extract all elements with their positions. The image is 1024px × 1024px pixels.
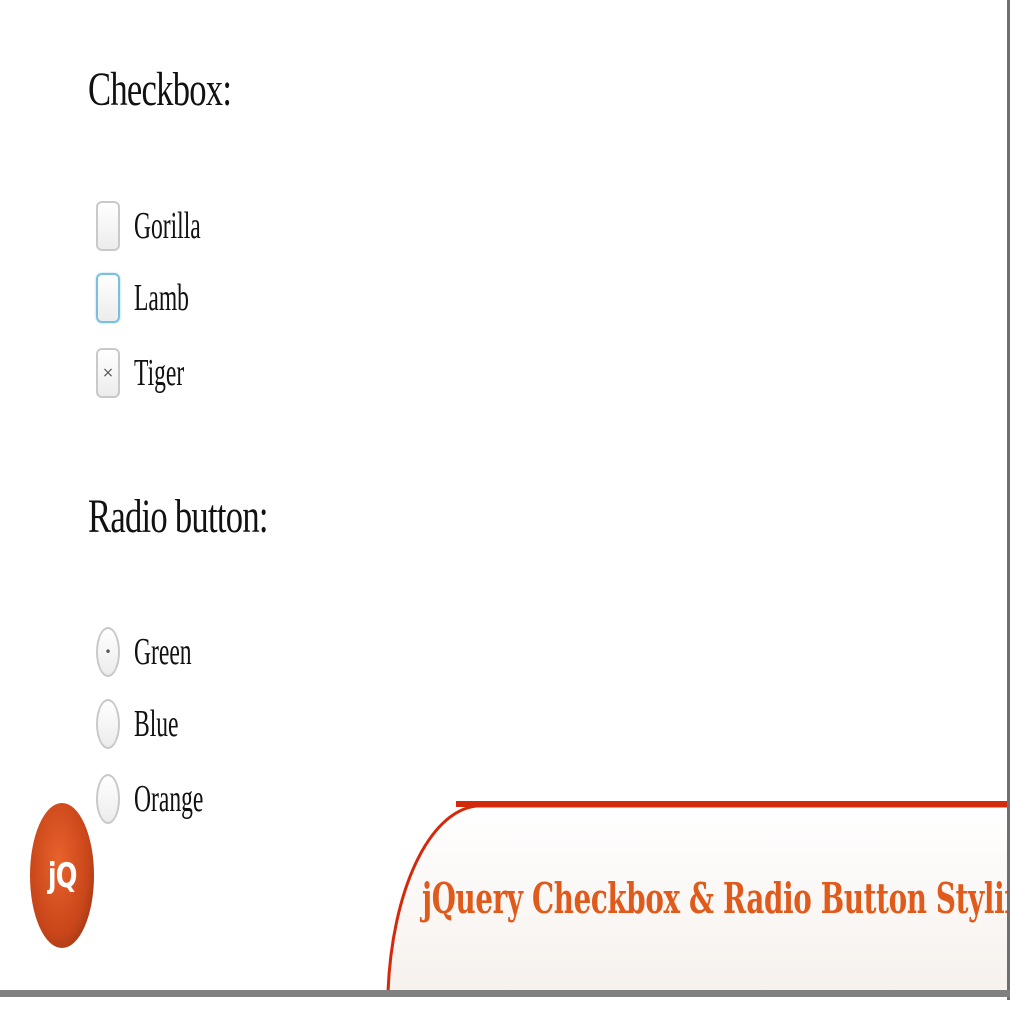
- right-border-line: [1007, 0, 1010, 1000]
- banner-title: jQuery Checkbox & Radio Button Styling: [422, 874, 1010, 923]
- checkbox-tiger[interactable]: ×: [96, 348, 120, 398]
- radio-green[interactable]: •: [96, 627, 120, 677]
- page: Checkbox: Gorilla Lamb × Tiger Radio but…: [0, 0, 1024, 1024]
- bottom-border-line: [0, 990, 1010, 997]
- radio-label-blue: Blue: [134, 703, 179, 745]
- checkbox-option-lamb[interactable]: Lamb: [96, 268, 223, 328]
- radio-label-green: Green: [134, 631, 192, 673]
- radio-blue[interactable]: [96, 699, 120, 749]
- radio-option-green[interactable]: • Green: [96, 622, 227, 682]
- radio-section-heading: Radio button:: [88, 490, 268, 543]
- radio-option-orange[interactable]: Orange: [96, 769, 246, 829]
- radio-orange[interactable]: [96, 774, 120, 824]
- logo-text: jQ: [47, 855, 78, 896]
- radio-label-orange: Orange: [134, 778, 204, 820]
- radio-option-blue[interactable]: Blue: [96, 694, 206, 754]
- title-banner: jQuery Checkbox & Radio Button Styling: [386, 800, 1010, 992]
- checkbox-label-tiger: Tiger: [134, 352, 185, 394]
- checkbox-label-lamb: Lamb: [134, 277, 189, 319]
- jquery-logo-icon: jQ: [30, 803, 94, 948]
- checkbox-option-gorilla[interactable]: Gorilla: [96, 196, 242, 256]
- checkbox-label-gorilla: Gorilla: [134, 205, 201, 247]
- checkbox-lamb[interactable]: [96, 273, 120, 323]
- checkbox-gorilla[interactable]: [96, 201, 120, 251]
- checkbox-section-heading: Checkbox:: [88, 63, 232, 116]
- checkbox-option-tiger[interactable]: × Tiger: [96, 343, 215, 403]
